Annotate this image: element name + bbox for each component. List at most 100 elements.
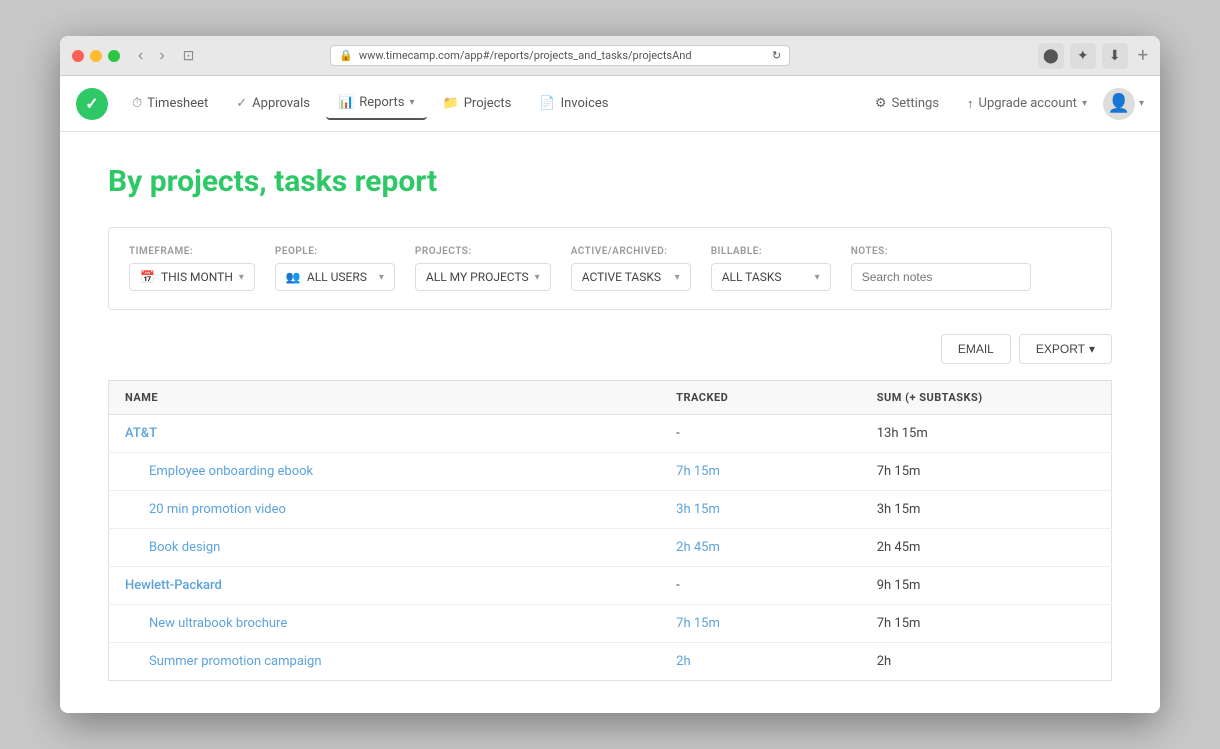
avatar-icon: 👤: [1108, 93, 1130, 114]
timeframe-select[interactable]: 📅 THIS MONTH ▾: [129, 263, 255, 291]
nav-invoices[interactable]: 📄 Invoices: [527, 88, 620, 119]
url-text: www.timecamp.com/app#/reports/projects_a…: [359, 49, 766, 62]
task-tracked: 7h 15m: [660, 605, 861, 643]
projects-value: ALL MY PROJECTS: [426, 270, 529, 284]
actions-row: EMAIL EXPORT ▾: [108, 334, 1112, 364]
task-name-link[interactable]: Book design: [125, 540, 220, 555]
nav-settings-label: Settings: [892, 96, 939, 111]
lock-icon: 🔒: [339, 49, 353, 62]
project-tracked: -: [660, 415, 861, 453]
tracked-time-link[interactable]: 3h 15m: [676, 502, 720, 517]
task-tracked: 2h 45m: [660, 529, 861, 567]
extension-icon-2[interactable]: ✦: [1070, 43, 1096, 69]
people-icon: 👥: [286, 270, 301, 284]
notes-search-input[interactable]: [851, 263, 1031, 291]
extension-icon-1[interactable]: ⬤: [1038, 43, 1064, 69]
active-archived-filter-group: ACTIVE/ARCHIVED: ACTIVE TASKS ▾: [571, 246, 691, 291]
tracked-time-link[interactable]: 7h 15m: [676, 616, 720, 631]
nav-approvals[interactable]: ✓ Approvals: [224, 88, 322, 119]
nav-projects-label: Projects: [464, 96, 512, 111]
timesheet-icon: ⏱: [132, 96, 142, 111]
projects-arrow-icon: ▾: [535, 272, 540, 283]
nav-approvals-label: Approvals: [252, 96, 310, 111]
task-sum: 3h 15m: [861, 491, 1112, 529]
people-label: PEOPLE:: [275, 246, 395, 257]
nav-timesheet-label: Timesheet: [147, 96, 208, 111]
maximize-button[interactable]: [108, 50, 120, 62]
billable-label: BILLABLE:: [711, 246, 831, 257]
table-row: AT&T - 13h 15m: [109, 415, 1112, 453]
tracked-time-link[interactable]: 2h: [676, 654, 690, 669]
url-bar[interactable]: 🔒 www.timecamp.com/app#/reports/projects…: [330, 45, 790, 66]
projects-icon: 📁: [443, 96, 459, 111]
billable-filter-group: BILLABLE: ALL TASKS ▾: [711, 246, 831, 291]
nav-reports-label: Reports: [359, 95, 404, 110]
user-avatar[interactable]: 👤: [1103, 88, 1135, 120]
table-row: New ultrabook brochure 7h 15m 7h 15m: [109, 605, 1112, 643]
billable-select[interactable]: ALL TASKS ▾: [711, 263, 831, 291]
add-tab-button[interactable]: +: [1138, 45, 1148, 66]
user-dropdown-icon[interactable]: ▾: [1139, 98, 1144, 109]
task-name-link[interactable]: Employee onboarding ebook: [125, 464, 313, 479]
nav-upgrade-label: Upgrade account: [979, 96, 1077, 111]
task-name-link[interactable]: Summer promotion campaign: [125, 654, 322, 669]
col-header-name: NAME: [109, 381, 661, 415]
nav-invoices-label: Invoices: [561, 96, 609, 111]
timeframe-value: THIS MONTH: [161, 270, 233, 284]
table-header-row: NAME TRACKED SUM (+ SUBTASKS): [109, 381, 1112, 415]
minimize-button[interactable]: [90, 50, 102, 62]
task-sum: 2h 45m: [861, 529, 1112, 567]
timeframe-filter-group: TIMEFRAME: 📅 THIS MONTH ▾: [129, 246, 255, 291]
calendar-icon: 📅: [140, 270, 155, 284]
table-row: 20 min promotion video 3h 15m 3h 15m: [109, 491, 1112, 529]
col-header-tracked: TRACKED: [660, 381, 861, 415]
project-tracked: -: [660, 567, 861, 605]
people-arrow-icon: ▾: [379, 272, 384, 283]
projects-filter-group: PROJECTS: ALL MY PROJECTS ▾: [415, 246, 551, 291]
people-select[interactable]: 👥 ALL USERS ▾: [275, 263, 395, 291]
timeframe-arrow-icon: ▾: [239, 272, 244, 283]
notes-filter-group: NOTES:: [851, 246, 1031, 291]
traffic-lights: [72, 50, 120, 62]
tracked-time-link[interactable]: 2h 45m: [676, 540, 720, 555]
browser-nav-buttons: ‹ ›: [132, 45, 171, 67]
titlebar: ‹ › ⊡ 🔒 www.timecamp.com/app#/reports/pr…: [60, 36, 1160, 76]
project-name-link[interactable]: AT&T: [125, 426, 157, 441]
email-button[interactable]: EMAIL: [941, 334, 1011, 364]
upgrade-dropdown-icon: ▾: [1082, 98, 1087, 109]
extension-icon-3[interactable]: ⬇: [1102, 43, 1128, 69]
task-name-link[interactable]: New ultrabook brochure: [125, 616, 287, 631]
export-dropdown-icon: ▾: [1089, 342, 1095, 356]
main-content: By projects, tasks report TIMEFRAME: 📅 T…: [60, 132, 1160, 713]
window-toggle-button[interactable]: ⊡: [183, 47, 195, 64]
nav-reports[interactable]: 📊 Reports ▾: [326, 87, 427, 120]
close-button[interactable]: [72, 50, 84, 62]
forward-button[interactable]: ›: [153, 45, 170, 67]
billable-value: ALL TASKS: [722, 270, 782, 284]
reports-dropdown-icon: ▾: [410, 97, 415, 108]
table-row: Employee onboarding ebook 7h 15m 7h 15m: [109, 453, 1112, 491]
table-row: Hewlett-Packard - 9h 15m: [109, 567, 1112, 605]
nav-upgrade[interactable]: ↑ Upgrade account ▾: [955, 88, 1099, 120]
nav-projects[interactable]: 📁 Projects: [431, 88, 524, 119]
task-sum: 7h 15m: [861, 605, 1112, 643]
project-name-link[interactable]: Hewlett-Packard: [125, 578, 222, 593]
task-sum: 2h: [861, 643, 1112, 681]
active-archived-select[interactable]: ACTIVE TASKS ▾: [571, 263, 691, 291]
task-name-link[interactable]: 20 min promotion video: [125, 502, 286, 517]
tracked-time-link[interactable]: 7h 15m: [676, 464, 720, 479]
task-tracked: 3h 15m: [660, 491, 861, 529]
app-window: ‹ › ⊡ 🔒 www.timecamp.com/app#/reports/pr…: [60, 36, 1160, 713]
settings-icon: ⚙: [875, 96, 887, 111]
nav-settings[interactable]: ⚙ Settings: [863, 88, 951, 119]
back-button[interactable]: ‹: [132, 45, 149, 67]
reports-icon: 📊: [338, 95, 354, 110]
table-row: Summer promotion campaign 2h 2h: [109, 643, 1112, 681]
projects-label: PROJECTS:: [415, 246, 551, 257]
nav-timesheet[interactable]: ⏱ Timesheet: [120, 88, 220, 119]
projects-select[interactable]: ALL MY PROJECTS ▾: [415, 263, 551, 291]
refresh-icon[interactable]: ↻: [772, 49, 781, 62]
logo[interactable]: ✓: [76, 88, 108, 120]
project-sum: 13h 15m: [861, 415, 1112, 453]
export-button[interactable]: EXPORT ▾: [1019, 334, 1112, 364]
